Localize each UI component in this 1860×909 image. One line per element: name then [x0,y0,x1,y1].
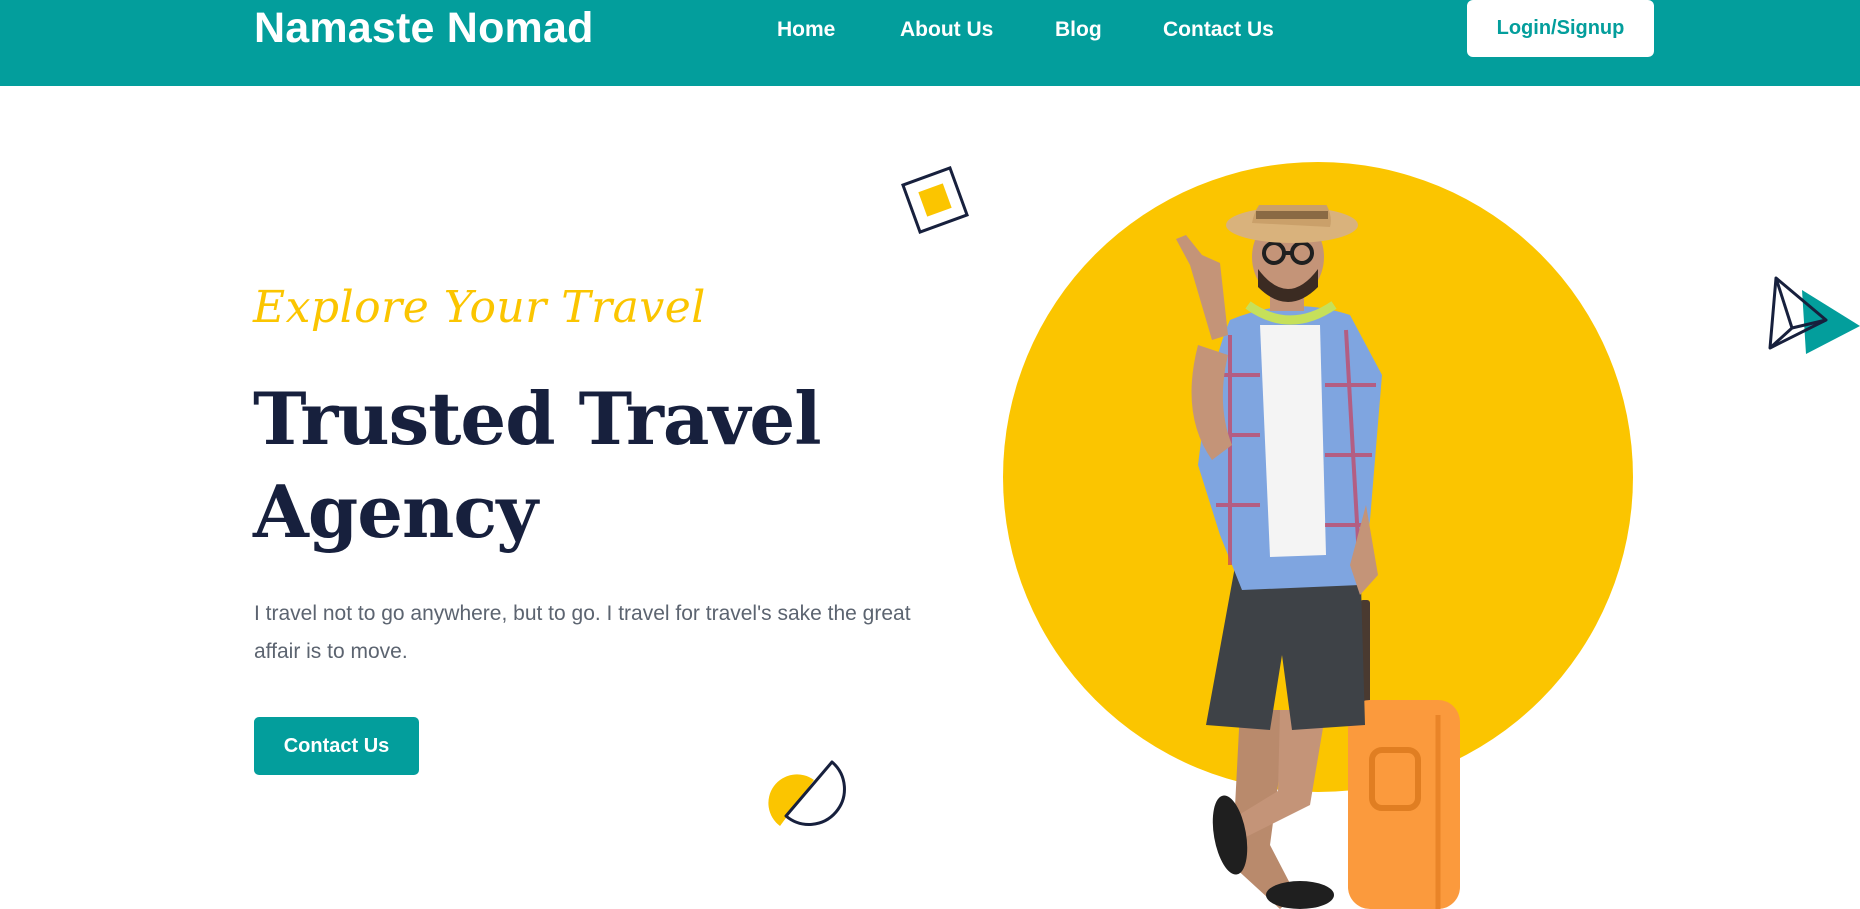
contact-us-button[interactable]: Contact Us [254,717,419,775]
nav-about-us[interactable]: About Us [900,16,993,44]
traveler-illustration [1176,205,1460,909]
hero-tagline: Explore Your Travel [253,282,706,333]
paper-plane-icon [1768,276,1860,354]
hero-headline: Trusted Travel Agency [253,376,822,554]
hero-intro-text: I travel not to go anywhere, but to go. … [254,602,911,663]
nav-home[interactable]: Home [777,16,835,44]
half-circle-icon [768,760,846,826]
square-diamond-icon [901,166,969,234]
login-signup-button[interactable]: Login/Signup [1467,0,1654,57]
site-header: Namaste Nomad Home About Us Blog Contact… [0,0,1860,86]
nav-blog[interactable]: Blog [1055,16,1102,44]
nav-contact-us[interactable]: Contact Us [1163,16,1274,44]
brand-logo[interactable]: Namaste Nomad [254,2,594,54]
